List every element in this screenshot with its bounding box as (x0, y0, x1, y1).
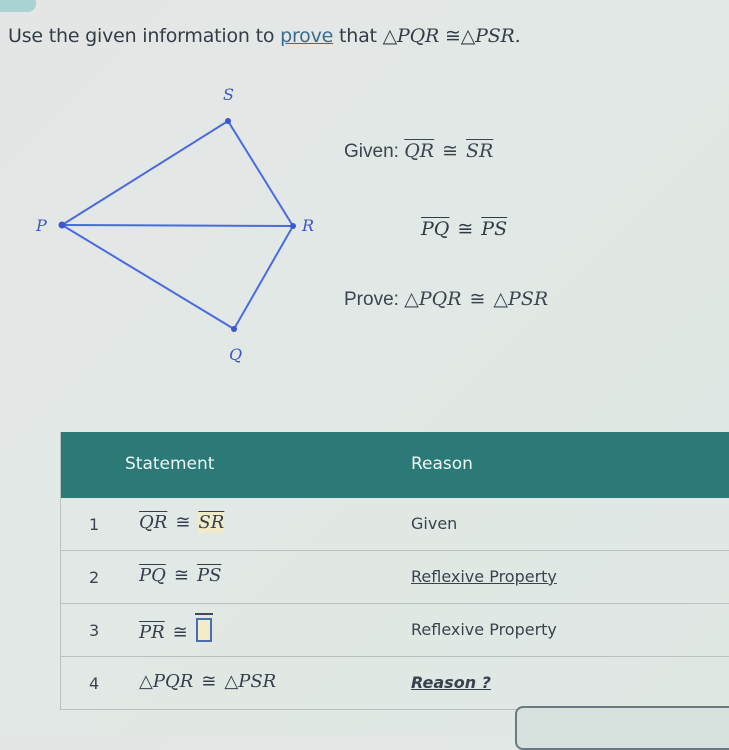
segment-left: PR (139, 622, 165, 643)
table-row: 1 QR ≅ SR Given (61, 498, 729, 551)
triangle-left: PQR (152, 671, 194, 692)
table-row: 2 PQ ≅ PS Reflexive Property (61, 551, 729, 604)
triangle-icon: △ (139, 671, 153, 692)
statement-cell: QR ≅ SR (139, 512, 225, 533)
given-section: Given: QR ≅ SR (344, 140, 493, 163)
edge-PQ (61, 224, 235, 330)
reason-dropdown[interactable]: Reason ? (411, 673, 491, 692)
congruent-symbol: ≅ (469, 288, 486, 310)
congruent-symbol: ≅ (444, 25, 461, 47)
triangle-icon: △ (382, 25, 398, 47)
statement-cell: △PQR ≅ △PSR (139, 671, 276, 692)
triangle-icon: △ (224, 671, 239, 692)
prompt-statement: △PQR ≅△PSR. (383, 25, 521, 47)
reason-cell: Reflexive Property (411, 620, 557, 639)
answer-panel-partial[interactable] (515, 706, 729, 750)
row-number: 2 (89, 568, 100, 587)
header-reason: Reason (411, 454, 473, 474)
congruent-symbol: ≅ (172, 622, 188, 643)
reason-dropdown[interactable]: Reflexive Property (411, 567, 557, 586)
congruent-symbol: ≅ (442, 140, 459, 162)
segment-QR: QR (404, 140, 435, 162)
prompt-period: . (514, 25, 521, 47)
congruent-symbol: ≅ (175, 512, 191, 533)
vertex-label-R: R (301, 216, 314, 235)
vertex-label-S: S (223, 85, 234, 104)
edge-QR (233, 225, 294, 330)
given-label: Given: (344, 141, 399, 162)
triangle-PSR: PSR (508, 288, 549, 310)
triangle-left: PQR (397, 25, 440, 47)
table-row: 4 △PQR ≅ △PSR Reason ? (61, 657, 729, 710)
edge-PR (61, 224, 294, 227)
prove-section: Prove: △PQR ≅ △PSR (344, 288, 548, 311)
vertex-P-point (58, 221, 66, 229)
segment-left: QR (139, 512, 168, 533)
vertex-label-P: P (35, 216, 47, 235)
prompt-text: Use the given information to (8, 25, 281, 47)
edge-PS (61, 120, 229, 226)
proof-table: Statement Reason 1 QR ≅ SR Given 2 PQ ≅ PS R… (60, 432, 729, 710)
prove-link[interactable]: prove (280, 25, 333, 47)
row-number: 4 (89, 674, 100, 693)
segment-left: PQ (139, 565, 166, 586)
segment-right: PS (196, 565, 222, 586)
triangle-icon: △ (404, 288, 419, 310)
row-number: 1 (89, 515, 100, 534)
segment-PS: PS (481, 218, 508, 240)
segment-input-blank[interactable] (194, 613, 213, 642)
prompt-text-middle: that (333, 25, 383, 47)
congruent-symbol: ≅ (457, 218, 474, 240)
triangle-icon: △ (460, 25, 476, 47)
diagram-edges (61, 120, 294, 330)
triangle-right: PSR (238, 671, 277, 692)
prove-statement: △PQR ≅ △PSR (404, 288, 548, 310)
statement-cell: PQ ≅ PS (139, 565, 221, 586)
table-header: Statement Reason (61, 432, 729, 498)
statement-cell: PR ≅ (139, 613, 213, 643)
vertex-Q-point (231, 326, 237, 332)
edge-SR (227, 120, 294, 227)
vertex-R-point (290, 223, 296, 229)
prove-label: Prove: (344, 289, 399, 310)
segment-SR: SR (466, 140, 494, 162)
header-statement: Statement (125, 454, 215, 474)
congruent-symbol: ≅ (173, 565, 189, 586)
congruent-symbol: ≅ (201, 671, 217, 692)
reason-cell: Given (411, 514, 458, 533)
vertex-S-point (225, 118, 231, 124)
given-item-2: PQ ≅ PS (421, 218, 507, 240)
kite-diagram: S P R Q (35, 85, 314, 364)
triangle-PQR: PQR (418, 288, 462, 310)
given-item-1: QR ≅ SR (404, 140, 493, 162)
table-row: 3 PR ≅ Reflexive Property (61, 604, 729, 657)
row-number: 3 (89, 621, 100, 640)
triangle-icon: △ (493, 288, 509, 310)
vertex-label-Q: Q (229, 345, 242, 364)
segment-PQ: PQ (421, 218, 450, 240)
corner-tab (0, 0, 36, 12)
triangle-right: PSR (475, 25, 515, 47)
prompt: Use the given information to prove that … (8, 25, 521, 47)
segment-right[interactable]: SR (198, 512, 225, 533)
